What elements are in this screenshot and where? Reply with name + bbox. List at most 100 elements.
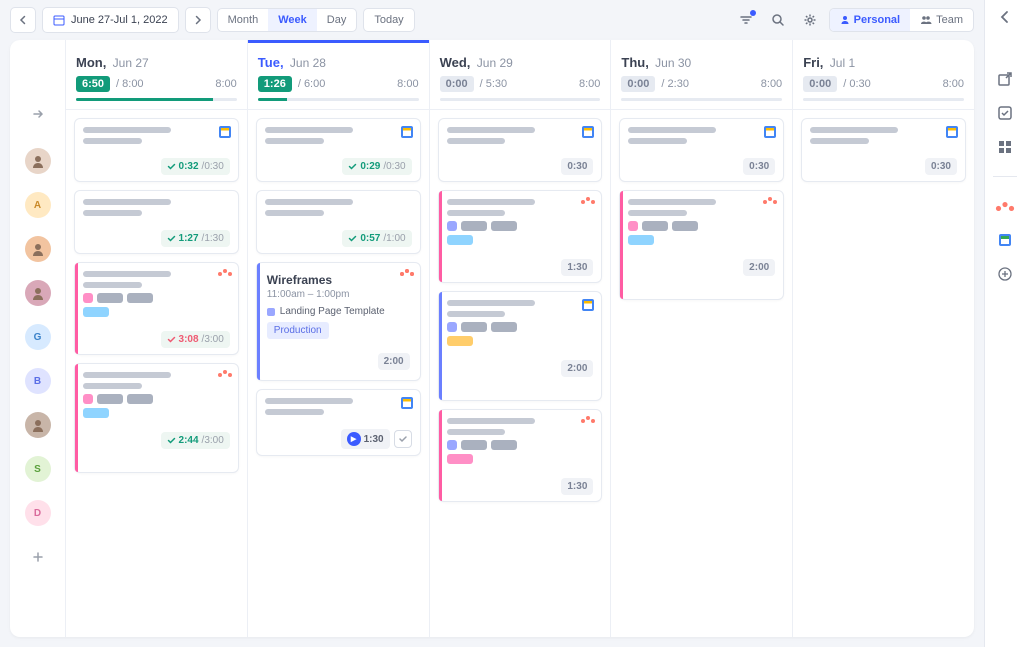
tracked-badge: 0:00	[803, 76, 837, 92]
card-tags	[83, 394, 230, 404]
tracked-badge: 0:00	[621, 76, 655, 92]
task-card[interactable]: 0:29/0:30	[256, 118, 421, 182]
progress-bar	[258, 98, 419, 101]
card-tags	[447, 440, 594, 450]
add-integration-icon[interactable]	[996, 265, 1014, 283]
day-date: Jun 27	[113, 56, 149, 70]
member-avatar[interactable]	[25, 148, 51, 174]
time-chip: 0:29/0:30	[342, 158, 411, 175]
task-card[interactable]: 0:57/1:00	[256, 190, 421, 254]
capacity-label: 8:00	[761, 78, 782, 90]
google-calendar-icon	[400, 396, 414, 410]
asana-icon	[763, 197, 777, 211]
task-card[interactable]: 2:00	[438, 291, 603, 401]
planned-label: / 8:00	[116, 78, 144, 90]
time-chip: 1:30	[561, 478, 593, 495]
play-chip[interactable]: ▶1:30	[341, 429, 390, 449]
member-rail: A GB SD	[10, 40, 66, 637]
card-tags	[447, 221, 594, 231]
nav-prev-button[interactable]	[10, 7, 36, 33]
task-card[interactable]: 2:44/3:00	[74, 363, 239, 473]
member-avatar[interactable]	[25, 280, 51, 306]
planned-label: / 0:30	[843, 78, 871, 90]
view-toggle: Month Week Day	[217, 8, 358, 32]
progress-bar	[440, 98, 601, 101]
view-week[interactable]: Week	[268, 9, 317, 31]
planned-label: / 2:30	[661, 78, 689, 90]
day-column: Mon, Jun 27 6:50 / 8:00 8:00 0:32/0:30 1:…	[66, 40, 248, 637]
member-avatar[interactable]: A	[25, 192, 51, 218]
tracked-badge: 6:50	[76, 76, 110, 92]
add-member-button[interactable]	[25, 544, 51, 570]
task-card[interactable]: 0:30	[438, 118, 603, 182]
task-card[interactable]: 1:30	[438, 409, 603, 502]
task-card[interactable]: 3:08/3:00	[74, 262, 239, 355]
filter-icon[interactable]	[733, 7, 759, 33]
checkbox-icon[interactable]	[996, 104, 1014, 122]
member-avatar[interactable]	[25, 236, 51, 262]
card-time: 11:00am – 1:00pm	[267, 289, 410, 300]
tracked-badge: 0:00	[440, 76, 474, 92]
asana-icon[interactable]	[996, 197, 1014, 215]
member-avatar[interactable]: G	[25, 324, 51, 350]
member-avatar[interactable]: B	[25, 368, 51, 394]
planned-label: / 5:30	[480, 78, 508, 90]
day-of-week: Mon,	[76, 55, 106, 70]
progress-bar	[621, 98, 782, 101]
task-card-detailed[interactable]: Wireframes11:00am – 1:00pmLanding Page T…	[256, 262, 421, 381]
google-calendar-icon[interactable]	[996, 231, 1014, 249]
google-calendar-icon	[945, 125, 959, 139]
view-day[interactable]: Day	[317, 9, 357, 31]
capacity-label: 8:00	[579, 78, 600, 90]
day-column: Wed, Jun 29 0:00 / 5:30 8:00 0:30 1:30 2:0…	[430, 40, 612, 637]
search-icon[interactable]	[765, 7, 791, 33]
member-avatar[interactable]: S	[25, 456, 51, 482]
nav-next-button[interactable]	[185, 7, 211, 33]
task-card[interactable]: 0:30	[801, 118, 966, 182]
grid-icon[interactable]	[996, 138, 1014, 156]
task-card[interactable]: ▶1:30	[256, 389, 421, 456]
task-card[interactable]: 0:30	[619, 118, 784, 182]
day-header: Mon, Jun 27 6:50 / 8:00 8:00	[66, 40, 247, 110]
new-window-icon[interactable]	[996, 70, 1014, 88]
card-list: 0:30 1:30 2:00 1:30	[430, 110, 611, 510]
collapse-rail-icon[interactable]	[28, 104, 48, 124]
day-column: Thu, Jun 30 0:00 / 2:30 8:00 0:302:00	[611, 40, 793, 637]
view-month[interactable]: Month	[218, 9, 269, 31]
play-icon: ▶	[347, 432, 361, 446]
task-card[interactable]: 1:30	[438, 190, 603, 283]
time-chip: 2:00	[561, 360, 593, 377]
member-avatar[interactable]: D	[25, 500, 51, 526]
google-calendar-icon	[400, 125, 414, 139]
planned-label: / 6:00	[298, 78, 326, 90]
today-button[interactable]: Today	[363, 8, 414, 32]
day-header: Tue, Jun 28 1:26 / 6:00 8:00	[248, 40, 429, 110]
member-avatar[interactable]	[25, 412, 51, 438]
scope-team[interactable]: Team	[910, 9, 973, 31]
google-calendar-icon	[581, 298, 595, 312]
day-columns: Mon, Jun 27 6:50 / 8:00 8:00 0:32/0:30 1:…	[66, 40, 974, 637]
card-project: Landing Page Template	[267, 306, 410, 317]
date-range-picker[interactable]: June 27-Jul 1, 2022	[42, 7, 179, 33]
gear-icon[interactable]	[797, 7, 823, 33]
card-label: Production	[267, 322, 329, 339]
day-of-week: Thu,	[621, 55, 648, 70]
capacity-label: 8:00	[943, 78, 964, 90]
asana-icon	[400, 269, 414, 283]
task-card[interactable]: 1:27/1:30	[74, 190, 239, 254]
tracked-badge: 1:26	[258, 76, 292, 92]
google-calendar-icon	[218, 125, 232, 139]
card-list: 0:30 2:00	[611, 110, 792, 308]
complete-checkbox[interactable]	[394, 430, 412, 448]
scope-toggle: Personal Team	[829, 8, 974, 32]
task-card[interactable]: 2:00	[619, 190, 784, 300]
google-calendar-icon	[581, 125, 595, 139]
asana-icon	[581, 416, 595, 430]
scope-personal[interactable]: Personal	[830, 9, 910, 31]
card-list: 0:30	[793, 110, 974, 190]
task-card[interactable]: 0:32/0:30	[74, 118, 239, 182]
card-tags	[628, 221, 775, 231]
back-arrow-icon[interactable]	[996, 8, 1014, 26]
toolbar: June 27-Jul 1, 2022 Month Week Day Today	[0, 0, 984, 40]
day-header: Wed, Jun 29 0:00 / 5:30 8:00	[430, 40, 611, 110]
